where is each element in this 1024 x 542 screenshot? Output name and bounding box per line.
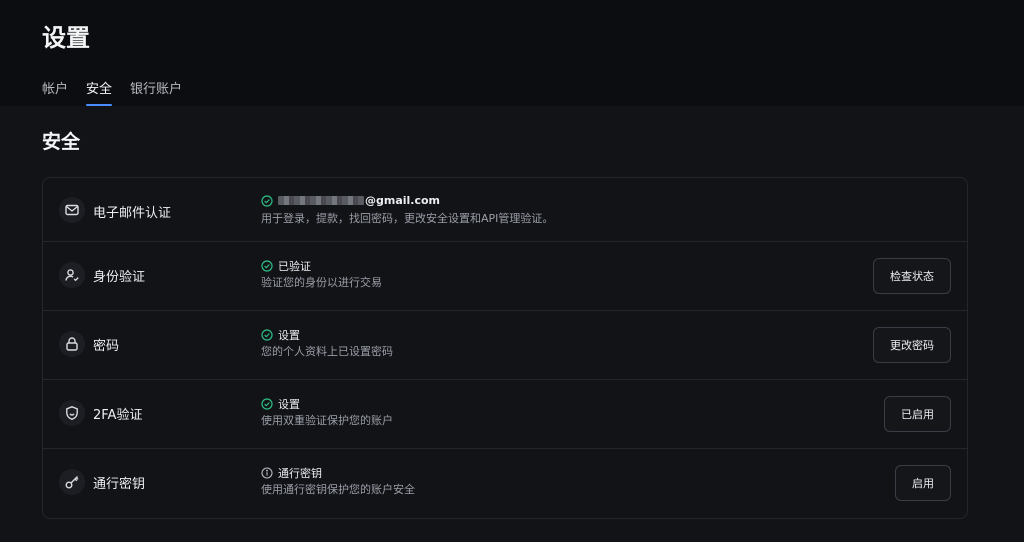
row-description: 用于登录，提款，找回密码，更改安全设置和API管理验证。 xyxy=(261,212,554,225)
user-check-icon xyxy=(59,262,85,288)
row-description: 使用通行密钥保护您的账户安全 xyxy=(261,483,415,496)
check-circle-icon xyxy=(261,194,273,207)
2fa-status: 设置 xyxy=(261,396,300,412)
check-circle-icon xyxy=(261,329,273,341)
password-status: 设置 xyxy=(261,327,300,343)
security-settings-card: 电子邮件认证 @gmail.com 用于登录，提款，找回密码，更改安全设置和AP… xyxy=(42,177,968,519)
tab-bank-account[interactable]: 银行账户 xyxy=(130,78,182,106)
section-title: 安全 xyxy=(42,131,81,153)
key-icon xyxy=(59,469,85,495)
info-circle-icon xyxy=(261,467,273,479)
status-text: 已验证 xyxy=(278,260,311,273)
status-text: 通行密钥 xyxy=(278,467,322,480)
row-label: 通行密钥 xyxy=(93,477,146,492)
header: 设置 帐户 安全 银行账户 xyxy=(0,0,1024,106)
email-status: @gmail.com xyxy=(261,194,440,207)
row-label: 电子邮件认证 xyxy=(93,206,172,221)
tab-bar: 帐户 安全 银行账户 xyxy=(42,78,200,106)
status-text: 设置 xyxy=(278,329,300,342)
enable-passkey-button[interactable]: 启用 xyxy=(895,465,951,501)
status-text: 设置 xyxy=(278,398,300,411)
2fa-enabled-button[interactable]: 已启用 xyxy=(884,396,951,432)
row-passkey: 通行密钥 通行密钥 使用通行密钥保护您的账户安全 启用 xyxy=(43,449,967,519)
tab-security[interactable]: 安全 xyxy=(86,78,113,106)
masked-email-local-part xyxy=(278,196,364,205)
mail-icon xyxy=(59,197,85,223)
row-password: 密码 设置 您的个人资料上已设置密码 更改密码 xyxy=(43,311,967,380)
identity-status: 已验证 xyxy=(261,258,311,274)
check-status-button[interactable]: 检查状态 xyxy=(873,258,951,294)
tab-account[interactable]: 帐户 xyxy=(42,78,68,106)
row-description: 您的个人资料上已设置密码 xyxy=(261,345,393,358)
row-identity-verification: 身份验证 已验证 验证您的身份以进行交易 检查状态 xyxy=(43,242,967,311)
row-description: 使用双重验证保护您的账户 xyxy=(261,414,393,427)
row-label: 密码 xyxy=(93,339,120,354)
row-label: 2FA验证 xyxy=(93,408,143,423)
check-circle-icon xyxy=(261,260,273,272)
row-description: 验证您的身份以进行交易 xyxy=(261,276,382,289)
row-label: 身份验证 xyxy=(93,270,146,285)
page-title: 设置 xyxy=(42,24,90,52)
row-email-verification: 电子邮件认证 @gmail.com 用于登录，提款，找回密码，更改安全设置和AP… xyxy=(43,178,967,242)
shield-icon xyxy=(59,400,85,426)
passkey-status: 通行密钥 xyxy=(261,465,322,481)
lock-icon xyxy=(59,331,85,357)
change-password-button[interactable]: 更改密码 xyxy=(873,327,951,363)
check-circle-icon xyxy=(261,398,273,410)
email-domain: @gmail.com xyxy=(365,194,441,207)
row-2fa: 2FA验证 设置 使用双重验证保护您的账户 已启用 xyxy=(43,380,967,449)
